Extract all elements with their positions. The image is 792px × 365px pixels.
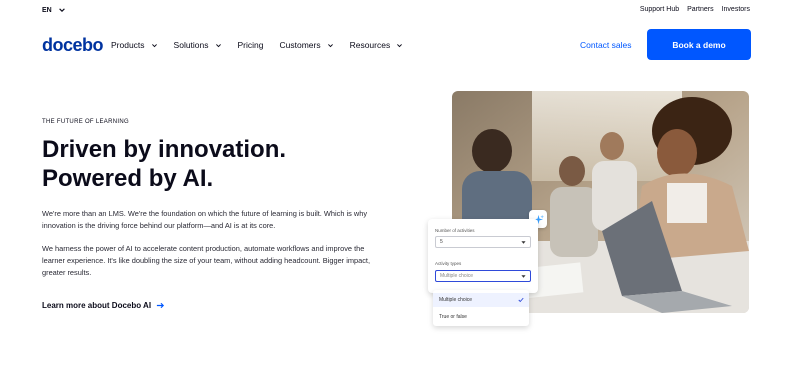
learn-more-label: Learn more about Docebo AI xyxy=(42,301,152,310)
utility-links: Support Hub Partners Investors xyxy=(640,6,750,13)
nav-item-label: Customers xyxy=(279,40,321,50)
language-label: EN xyxy=(42,6,52,14)
activity-types-label: Activity types xyxy=(435,261,462,266)
check-icon xyxy=(518,297,524,303)
nav-item-label: Resources xyxy=(349,40,391,50)
chevron-down-icon xyxy=(327,43,333,47)
utility-bar: EN Support Hub Partners Investors xyxy=(0,0,792,20)
activities-value: 5 xyxy=(440,239,443,245)
nav-item-customers[interactable]: Customers xyxy=(280,40,334,50)
nav-item-label: Products xyxy=(111,40,145,50)
option-label: Multiple choice xyxy=(439,297,473,303)
book-demo-button[interactable]: Book a demo xyxy=(647,29,751,60)
language-selector[interactable]: EN xyxy=(42,6,66,14)
caret-down-icon xyxy=(521,240,526,244)
investors-link[interactable]: Investors xyxy=(722,6,750,13)
nav-item-products[interactable]: Products xyxy=(111,40,158,50)
option-multiple-choice[interactable]: Multiple choice xyxy=(433,293,529,307)
option-label: True or false xyxy=(439,314,467,320)
option-true-or-false[interactable]: True or false xyxy=(433,310,529,324)
hero-paragraph: We're more than an LMS. We're the founda… xyxy=(42,209,368,230)
nav-menu: Products Solutions Pricing Customers Res… xyxy=(111,40,403,50)
activity-form-card: Number of activities 5 Activity types Mu… xyxy=(428,219,538,293)
chevron-down-icon xyxy=(397,43,403,47)
nav-item-resources[interactable]: Resources xyxy=(350,40,404,50)
activities-select[interactable]: 5 xyxy=(435,236,531,248)
docebo-logo[interactable]: docebo xyxy=(42,35,104,56)
nav-item-solutions[interactable]: Solutions xyxy=(174,40,222,50)
learn-more-link[interactable]: Learn more about Docebo AI xyxy=(42,301,165,310)
main-nav: docebo Products Solutions Pricing Custom… xyxy=(0,29,792,61)
chevron-down-icon xyxy=(58,8,65,12)
arrow-right-icon xyxy=(156,302,165,309)
activity-types-dropdown: Multiple choice True or false xyxy=(433,290,529,326)
hero-paragraph: We harness the power of AI to accelerate… xyxy=(42,244,371,277)
support-hub-link[interactable]: Support Hub xyxy=(640,6,679,13)
chevron-down-icon xyxy=(215,43,221,47)
partners-link[interactable]: Partners xyxy=(687,6,713,13)
nav-item-pricing[interactable]: Pricing xyxy=(238,40,264,50)
activity-types-select[interactable]: Multiple choice xyxy=(435,270,531,282)
activity-types-placeholder: Multiple choice xyxy=(440,273,474,279)
hero-eyebrow: THE FUTURE OF LEARNING xyxy=(42,119,129,125)
nav-item-label: Solutions xyxy=(173,40,209,50)
caret-down-icon xyxy=(521,274,526,278)
chevron-down-icon xyxy=(151,43,157,47)
activities-label: Number of activities xyxy=(435,228,475,233)
contact-sales-link[interactable]: Contact sales xyxy=(580,40,632,50)
nav-item-label: Pricing xyxy=(237,40,264,50)
hero-headline: Driven by innovation. Powered by AI. xyxy=(42,136,287,192)
